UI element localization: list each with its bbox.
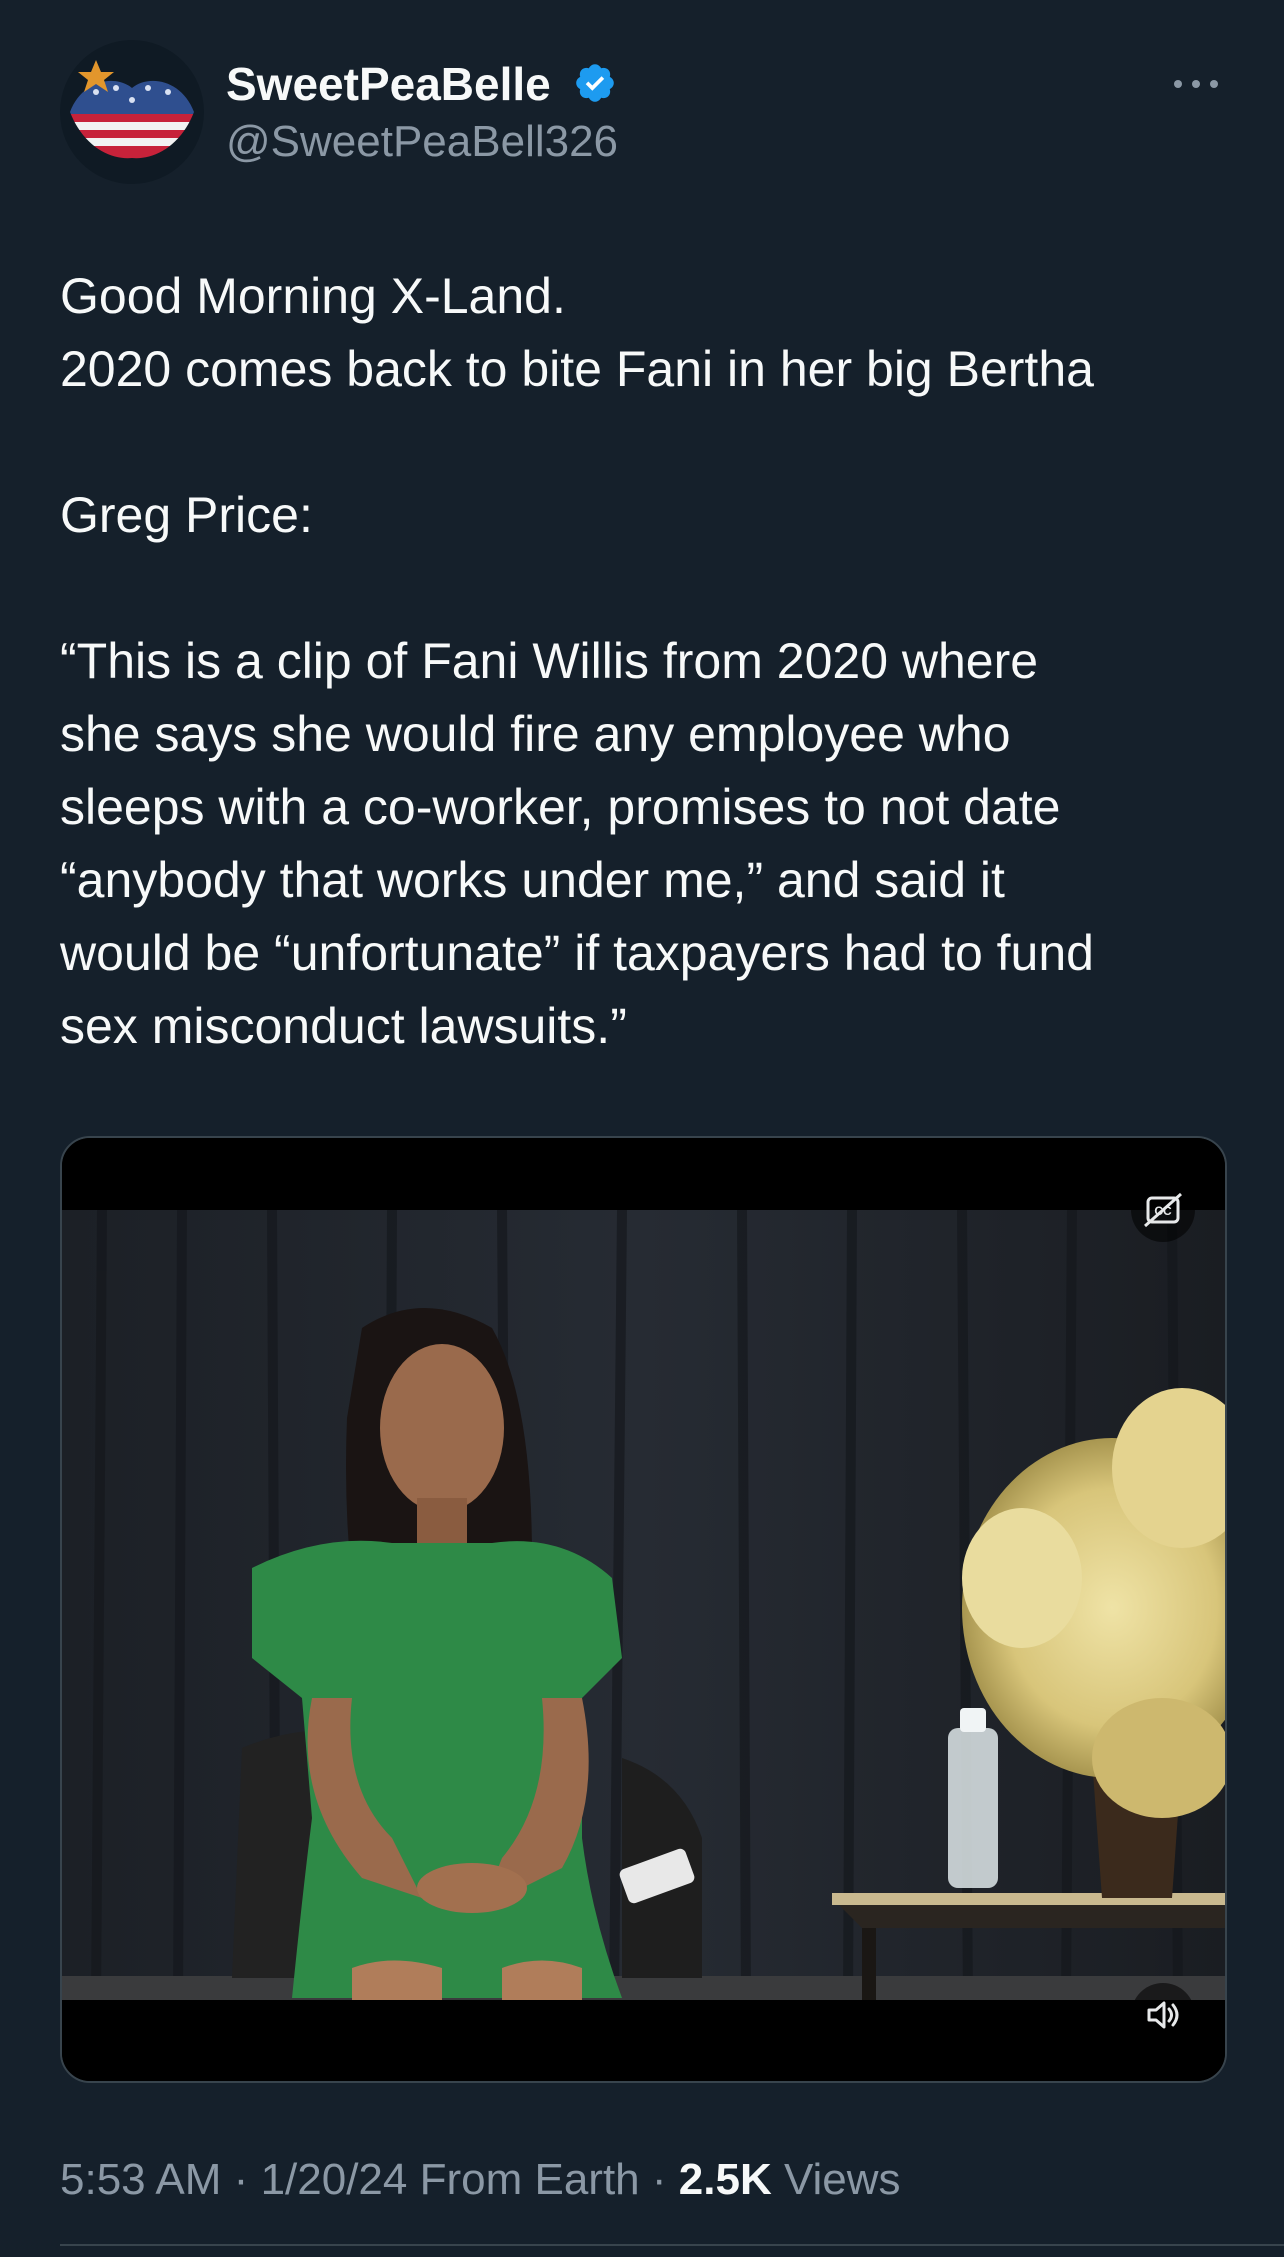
post-text-line: Good Morning X-Land.	[60, 268, 566, 324]
video-player[interactable]: CC	[60, 1136, 1227, 2083]
author-avatar[interactable]	[60, 40, 204, 184]
post-time[interactable]: 5:53 AM	[60, 2155, 221, 2204]
closed-captions-icon: CC	[1144, 1192, 1182, 1228]
post-source: From Earth	[419, 2155, 640, 2204]
author-display-name[interactable]: SweetPeaBelle	[226, 56, 551, 112]
volume-icon	[1147, 2001, 1179, 2029]
author-handle[interactable]: @SweetPeaBell326	[226, 114, 618, 170]
meta-separator: ·	[651, 2155, 667, 2204]
post-text: Good Morning X-Land. 2020 comes back to …	[60, 260, 1240, 1063]
volume-button[interactable]	[1131, 1983, 1195, 2047]
avatar-image	[60, 40, 204, 184]
post-text-line: sex misconduct lawsuits.”	[60, 998, 627, 1054]
post-date[interactable]: 1/20/24	[261, 2155, 408, 2204]
meta-separator: ·	[233, 2155, 249, 2204]
divider	[60, 2244, 1284, 2246]
more-horizontal-icon	[1174, 80, 1218, 88]
views-count[interactable]: 2.5K	[679, 2155, 772, 2204]
post-text-line: “This is a clip of Fani Willis from 2020…	[60, 633, 1039, 689]
views-label: Views	[783, 2155, 901, 2204]
video-frame	[62, 1138, 1225, 2081]
post-text-line: “anybody that works under me,” and said …	[60, 852, 1005, 908]
verified-badge-icon	[576, 64, 614, 102]
post-meta: 5:53 AM · 1/20/24 From Earth · 2.5K View…	[60, 2152, 901, 2208]
post-text-line: sleeps with a co-worker, promises to not…	[60, 779, 1061, 835]
post-text-line: 2020 comes back to bite Fani in her big …	[60, 341, 1094, 397]
captions-button[interactable]: CC	[1131, 1178, 1195, 1242]
post-text-line: Greg Price:	[60, 487, 313, 543]
post-text-line: would be “unfortunate” if taxpayers had …	[60, 925, 1094, 981]
more-options-button[interactable]	[1164, 62, 1228, 106]
post-text-line: she says she would fire any employee who	[60, 706, 1011, 762]
